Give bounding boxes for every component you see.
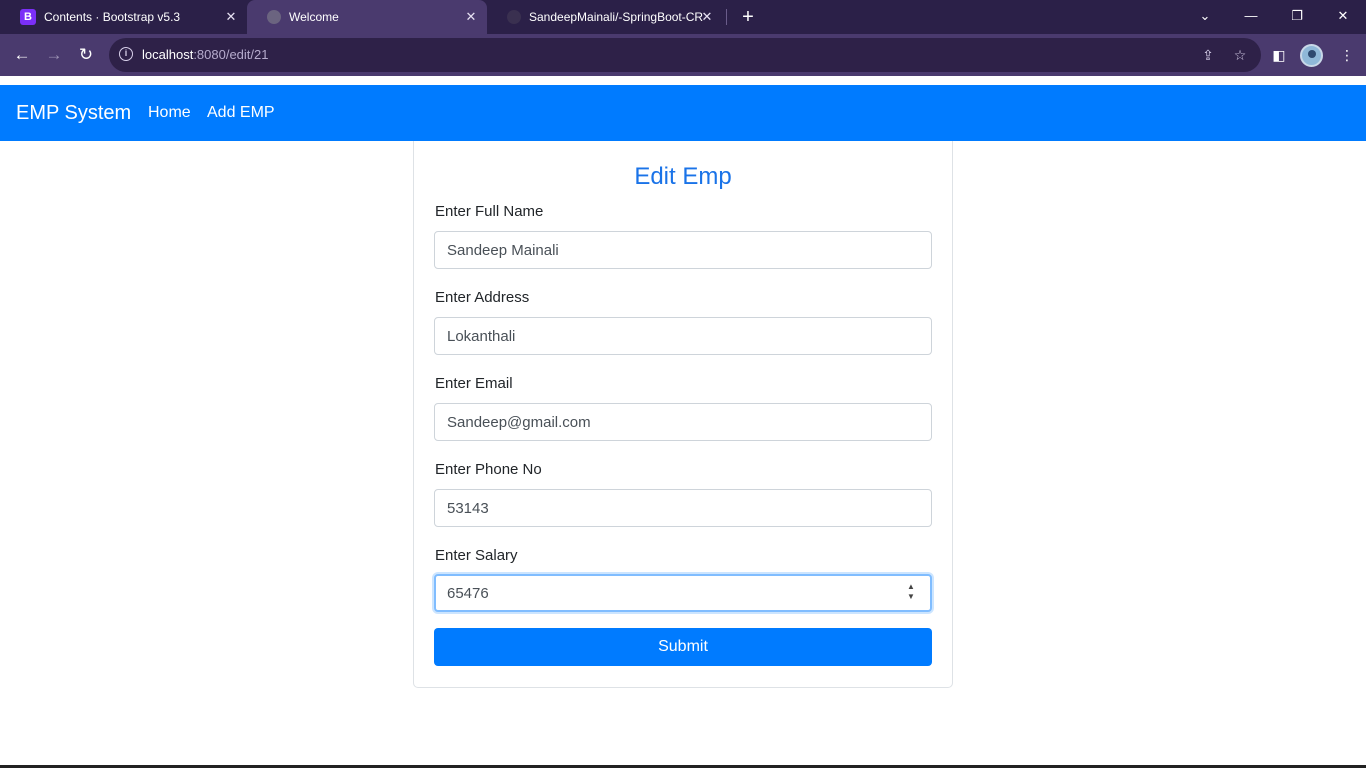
nav-home[interactable]: Home (148, 104, 191, 122)
url-text: localhost:8080/edit/21 (142, 47, 269, 62)
tab-separator (726, 9, 727, 25)
browser-tab-bar: B Contents · Bootstrap v5.3 ✕ Welcome ✕ … (0, 0, 1366, 34)
tab-search-icon[interactable]: ⌄ (1193, 5, 1217, 27)
tab-title: Contents · Bootstrap v5.3 (44, 10, 181, 24)
email-label: Enter Email (435, 375, 513, 392)
address-bar[interactable]: i localhost:8080/edit/21 ⇪ ☆ (109, 38, 1261, 72)
close-icon[interactable]: ✕ (699, 9, 715, 25)
number-spinner[interactable]: ▲ ▼ (904, 582, 918, 604)
nav-add-emp[interactable]: Add EMP (207, 104, 275, 122)
page-top-gap (0, 76, 1366, 85)
share-icon[interactable]: ⇪ (1199, 46, 1217, 64)
tab-title: Welcome (289, 10, 339, 24)
full-name-input[interactable] (434, 231, 932, 269)
restore-icon[interactable]: ❐ (1285, 5, 1309, 27)
address-label: Enter Address (435, 289, 530, 306)
window-close-icon[interactable]: ✕ (1331, 5, 1355, 27)
salary-input[interactable] (434, 574, 932, 612)
brand-link[interactable]: EMP System (16, 102, 131, 125)
reload-icon[interactable]: ↻ (75, 44, 97, 66)
profile-avatar[interactable] (1300, 44, 1323, 67)
bootstrap-icon: B (20, 9, 36, 25)
salary-label: Enter Salary (435, 547, 518, 564)
close-icon[interactable]: ✕ (223, 9, 239, 25)
tab-title: SandeepMainali/-SpringBoot-CR (529, 10, 704, 24)
form-title: Edit Emp (634, 163, 732, 190)
full-name-label: Enter Full Name (435, 203, 544, 220)
phone-label: Enter Phone No (435, 461, 542, 478)
close-icon[interactable]: ✕ (463, 9, 479, 25)
site-navbar: EMP System Home Add EMP (0, 85, 1366, 141)
side-panel-icon[interactable]: ◧ (1268, 44, 1290, 66)
edit-form-card: Edit Emp Enter Full Name Enter Address E… (413, 141, 953, 688)
address-input[interactable] (434, 317, 932, 355)
tab-bootstrap[interactable]: B Contents · Bootstrap v5.3 ✕ (0, 0, 247, 34)
globe-icon (267, 10, 281, 24)
email-input[interactable] (434, 403, 932, 441)
submit-button[interactable]: Submit (434, 628, 932, 666)
info-icon[interactable]: i (119, 47, 133, 61)
browser-toolbar: ← → ↻ i localhost:8080/edit/21 ⇪ ☆ ◧ ⋮ (0, 34, 1366, 76)
forward-icon[interactable]: → (43, 44, 65, 66)
tab-welcome[interactable]: Welcome ✕ (247, 0, 487, 34)
back-icon[interactable]: ← (11, 44, 33, 66)
phone-input[interactable] (434, 489, 932, 527)
new-tab-icon[interactable]: + (737, 6, 759, 28)
minimize-icon[interactable]: — (1239, 5, 1263, 27)
github-icon (507, 10, 521, 24)
menu-icon[interactable]: ⋮ (1336, 44, 1358, 66)
bookmark-star-icon[interactable]: ☆ (1231, 46, 1249, 64)
tab-github[interactable]: SandeepMainali/-SpringBoot-CR ✕ (487, 0, 723, 34)
